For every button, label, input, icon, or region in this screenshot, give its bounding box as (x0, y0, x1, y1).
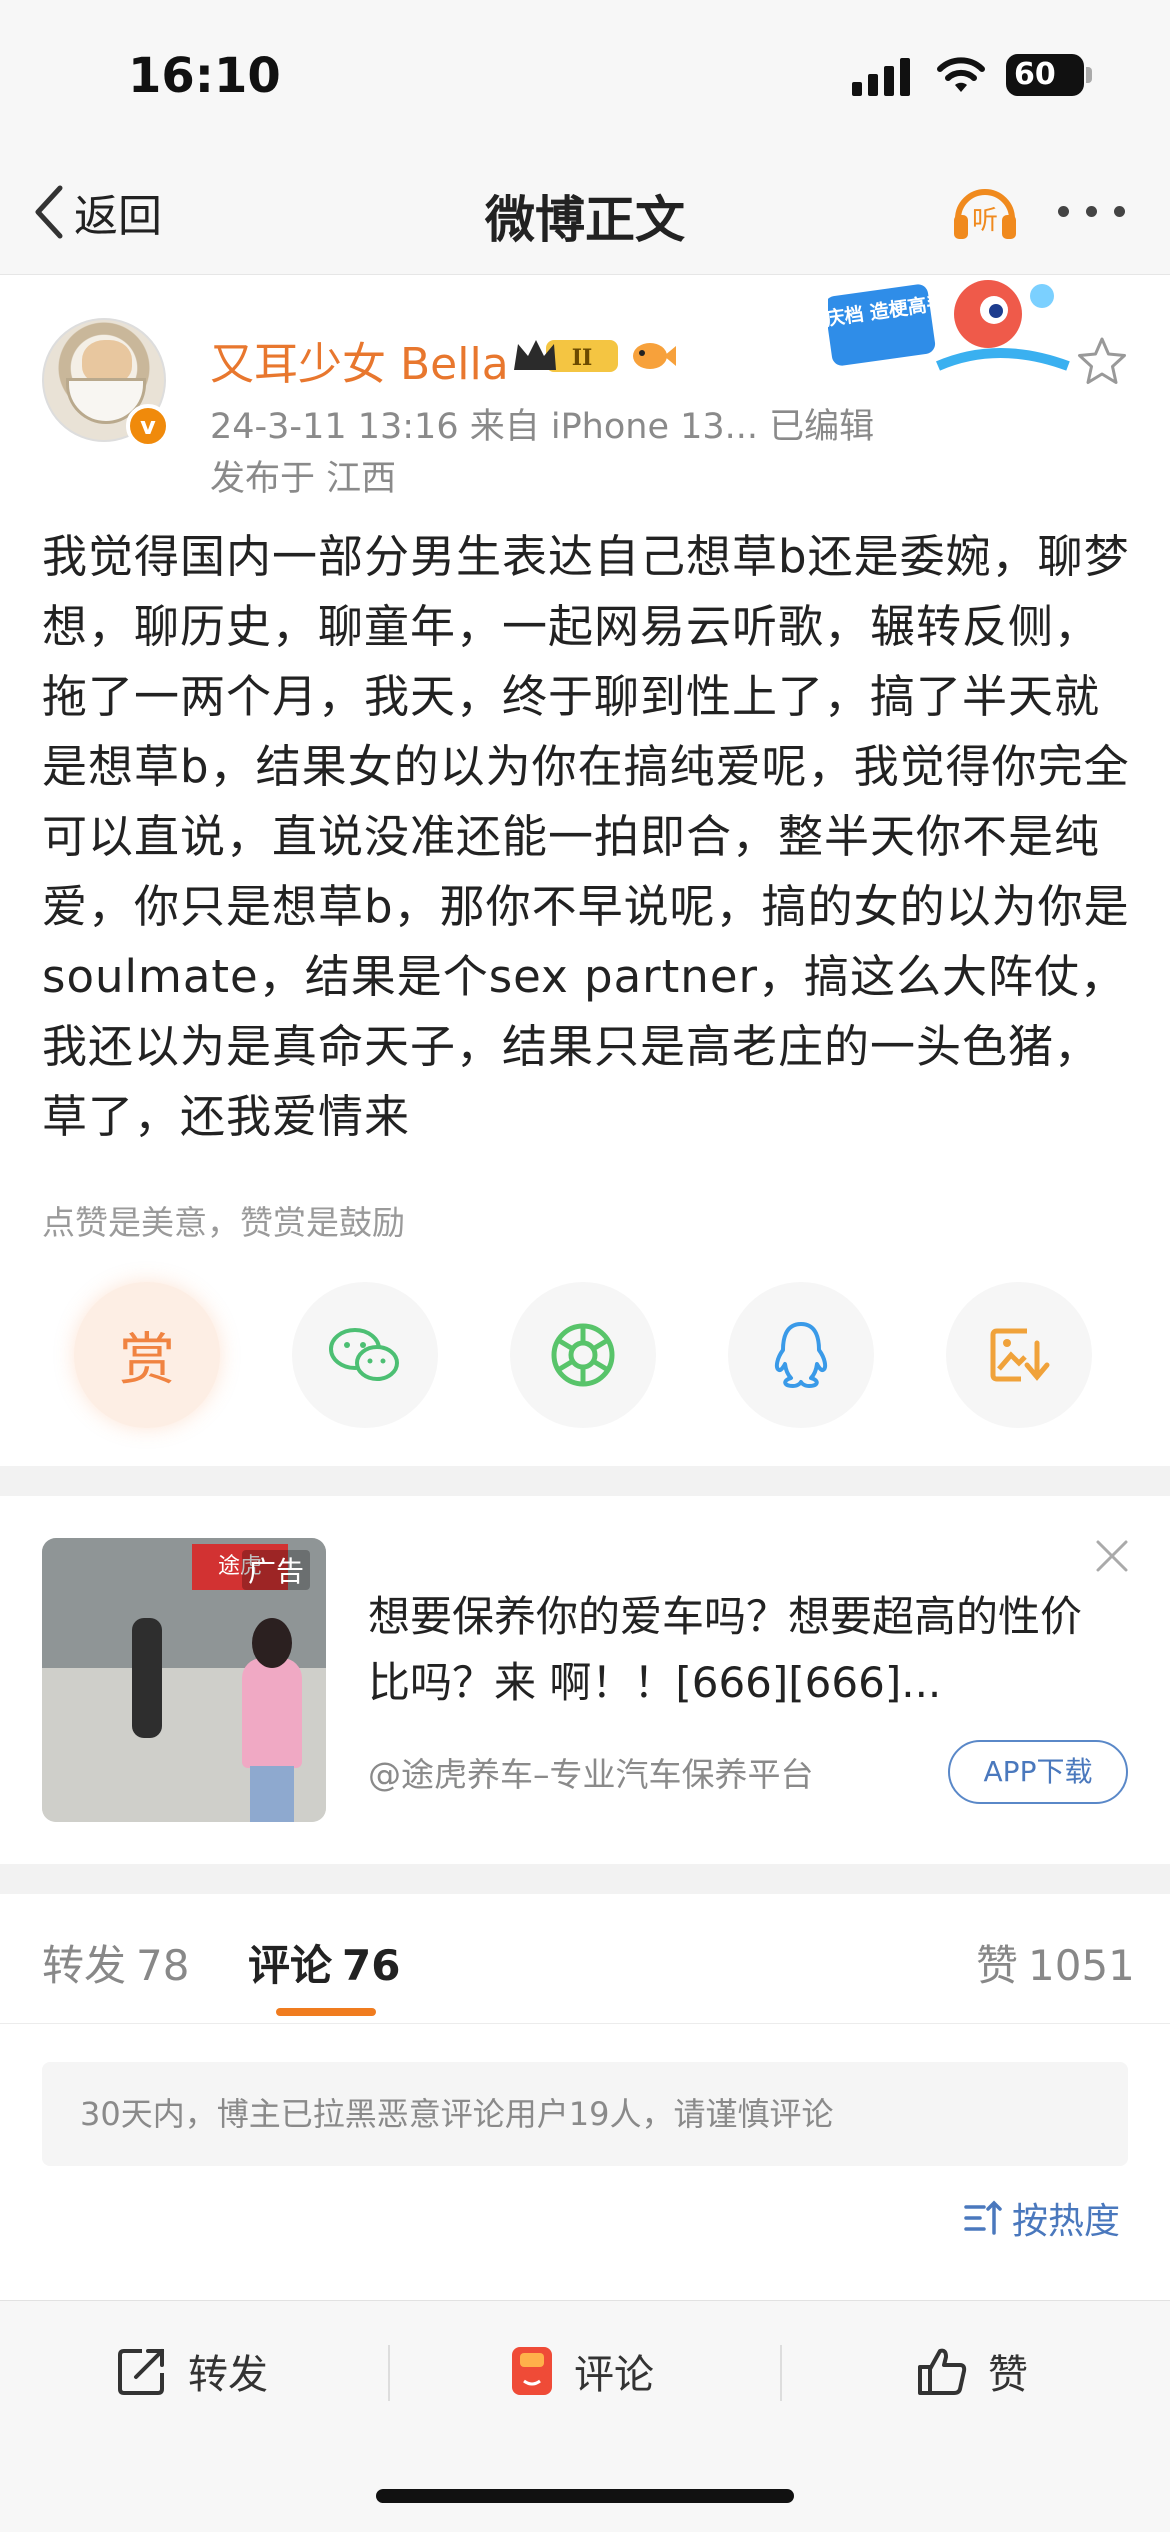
divider (780, 2345, 782, 2401)
share-wechat-button[interactable] (292, 1282, 438, 1428)
sort-by-hot-button[interactable]: 按热度 (962, 2190, 1120, 2246)
author-name[interactable]: 又耳少女 Bella (210, 328, 509, 392)
moments-icon (551, 1323, 615, 1387)
battery-icon: 60 (1006, 54, 1092, 96)
cellular-signal-icon (852, 58, 912, 96)
repost-button[interactable]: 转发 (116, 2331, 268, 2411)
save-image-button[interactable] (946, 1282, 1092, 1428)
thumbs-up-icon (918, 2348, 967, 2395)
save-image-icon (990, 1328, 1050, 1382)
like-button[interactable]: 赞 (916, 2331, 1028, 2411)
post-location: 发布于 江西 (210, 459, 397, 499)
reward-tip: 点赞是美意，赞赏是鼓励 (42, 1203, 405, 1242)
wechat-icon (329, 1328, 399, 1381)
tab-comment[interactable]: 评论 76 (248, 1932, 400, 1993)
ad-source[interactable]: @途虎养车–专业汽车保养平台 (368, 1748, 814, 1796)
comment-button[interactable]: 评论 (510, 2331, 654, 2411)
more-options-icon[interactable] (1058, 202, 1130, 222)
reward-button[interactable]: 赏 (74, 1282, 220, 1428)
favorite-star-icon[interactable] (1074, 334, 1130, 390)
share-moments-button[interactable] (510, 1282, 656, 1428)
section-divider (0, 1466, 1170, 1496)
wifi-icon (937, 57, 985, 92)
status-bar: 16:10 60 (0, 0, 1170, 150)
comment-notice: 30天内，博主已拉黑恶意评论用户19人，请谨慎评论 (42, 2062, 1128, 2166)
tab-repost[interactable]: 转发 78 (42, 1932, 189, 1993)
qq-icon (774, 1322, 828, 1388)
fish-decoration-icon (633, 343, 676, 369)
app-download-button[interactable]: APP下载 (948, 1740, 1128, 1804)
nav-bar: 返回 微博正文 听 (0, 150, 1170, 275)
active-tab-indicator (276, 2008, 376, 2016)
promo-sticker-icon[interactable]: 国庆档 造梗高手 (828, 270, 1076, 388)
post-meta: 24-3-11 13:16 来自 iPhone 13... 已编辑 (210, 407, 875, 447)
repost-icon (118, 2349, 164, 2395)
comment-icon (512, 2347, 552, 2395)
bottom-action-bar: 转发 评论 赞 (0, 2300, 1170, 2532)
tab-like[interactable]: 赞 1051 (976, 1932, 1135, 1993)
close-icon[interactable] (1092, 1536, 1132, 1576)
share-qq-button[interactable] (728, 1282, 874, 1428)
verified-badge-icon: v (126, 404, 170, 448)
interaction-tabs: 转发 78 评论 76 赞 1051 (0, 1894, 1170, 2024)
listen-headphones-icon[interactable]: 听 (948, 175, 1022, 249)
ad-tag: 广告 (241, 1550, 310, 1590)
listen-label: 听 (972, 206, 998, 236)
divider (388, 2345, 390, 2401)
sort-icon (964, 2200, 1002, 2235)
ad-text[interactable]: 想要保养你的爱车吗？想要超高的性价比吗？来 啊！！[666][666]... (368, 1584, 1108, 1716)
status-time: 16:10 (128, 48, 281, 104)
home-indicator (376, 2489, 794, 2503)
share-row: 赏 (0, 1282, 1170, 1428)
ad-image[interactable]: 途虎 广告 (42, 1538, 326, 1822)
post-text: 我觉得国内一部分男生表达自己想草b还是委婉，聊梦想，聊历史，聊童年，一起网易云听… (42, 530, 1130, 1143)
section-divider (0, 1864, 1170, 1894)
vip-crown-badge-icon: II (514, 340, 618, 372)
svg-text:II: II (572, 345, 593, 371)
sort-label: 按热度 (1012, 2201, 1121, 2242)
reward-icon: 赏 (119, 1327, 175, 1393)
